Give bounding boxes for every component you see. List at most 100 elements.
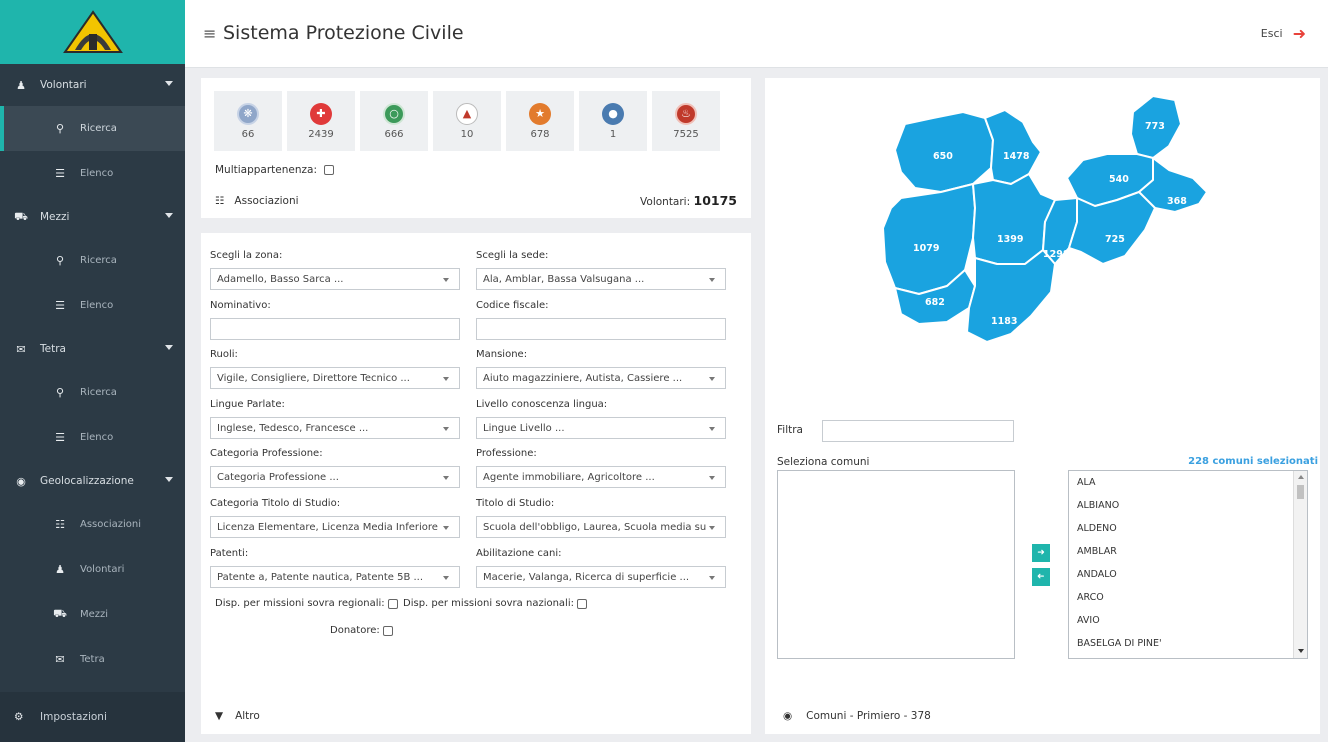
nominativo-input[interactable] bbox=[210, 318, 460, 340]
arrow-right-icon: ➜ bbox=[1037, 548, 1045, 558]
titolo-studio-select[interactable]: Scuola dell'obbligo, Laurea, Scuola medi… bbox=[476, 516, 726, 538]
exit-button[interactable]: Esci ➜ bbox=[1261, 24, 1306, 43]
multiappartenenza-checkbox[interactable] bbox=[324, 165, 335, 175]
association-tile[interactable]: ▲ 10 bbox=[433, 91, 501, 151]
donatore-checkbox[interactable] bbox=[382, 625, 393, 636]
altro-footer[interactable]: ▼ Altro bbox=[215, 710, 260, 722]
nav-item-geo-associazioni[interactable]: ☷ Associazioni bbox=[0, 502, 185, 547]
lingue-field: Lingue Parlate: Inglese, Tedesco, France… bbox=[210, 399, 460, 439]
nav-item-geo-volontari[interactable]: ♟ Volontari bbox=[0, 547, 185, 592]
list-item[interactable]: ALBIANO bbox=[1069, 494, 1307, 517]
selected-comuni-list[interactable]: ALA ALBIANO ALDENO AMBLAR ANDALO ARCO AV… bbox=[1068, 470, 1308, 659]
scroll-down-icon[interactable] bbox=[1298, 649, 1304, 653]
nav-item-label: Elenco bbox=[80, 300, 114, 311]
caret-down-icon bbox=[165, 81, 173, 86]
nav-item-label: Tetra bbox=[80, 654, 105, 665]
select-value: Aiuto magazziniere, Autista, Cassiere ..… bbox=[483, 372, 683, 384]
nav-item-volontari-elenco[interactable]: ☰ Elenco bbox=[0, 151, 185, 196]
nav-section-tetra[interactable]: ✉ Tetra bbox=[0, 328, 185, 370]
list-item[interactable]: BASELGA DI PINE' bbox=[1069, 632, 1307, 655]
nav-item-mezzi-ricerca[interactable]: ⚲ Ricerca bbox=[0, 238, 185, 283]
region-count-label: 1183 bbox=[991, 316, 1017, 327]
mansione-select[interactable]: Aiuto magazziniere, Autista, Cassiere ..… bbox=[476, 367, 726, 389]
region-count-label: 773 bbox=[1145, 121, 1165, 132]
dropdown-arrow-icon bbox=[443, 377, 449, 381]
nav-section-volontari[interactable]: ♟ Volontari bbox=[0, 64, 185, 106]
nav-item-tetra-ricerca[interactable]: ⚲ Ricerca bbox=[0, 370, 185, 415]
region-count-label: 725 bbox=[1105, 234, 1125, 245]
list-scrollbar[interactable] bbox=[1293, 471, 1307, 658]
volunteers-total: Volontari: 10175 bbox=[640, 193, 737, 208]
nav-item-label: Ricerca bbox=[80, 255, 117, 266]
zona-select[interactable]: Adamello, Basso Sarca ... bbox=[210, 268, 460, 290]
categoria-titolo-studio-select[interactable]: Licenza Elementare, Licenza Media Inferi… bbox=[210, 516, 460, 538]
nav-section-mezzi[interactable]: ⛟ Mezzi bbox=[0, 196, 185, 238]
scroll-up-icon[interactable] bbox=[1298, 475, 1304, 479]
available-comuni-list[interactable] bbox=[777, 470, 1015, 659]
sede-select[interactable]: Ala, Amblar, Bassa Valsugana ... bbox=[476, 268, 726, 290]
list-item[interactable]: AVIO bbox=[1069, 609, 1307, 632]
caret-down-icon bbox=[165, 477, 173, 482]
nav-item-geo-mezzi[interactable]: ⛟ Mezzi bbox=[0, 592, 185, 637]
hamburger-menu-icon[interactable]: ≡ bbox=[203, 24, 216, 43]
lingue-select[interactable]: Inglese, Tedesco, Francesce ... bbox=[210, 417, 460, 439]
association-tile[interactable]: ♨ 7525 bbox=[652, 91, 720, 151]
nav-section-label: Geolocalizzazione bbox=[40, 475, 134, 487]
exit-label: Esci bbox=[1260, 27, 1283, 40]
user-icon: ♟ bbox=[16, 78, 26, 92]
abilitazione-cani-select[interactable]: Macerie, Valanga, Ricerca di superficie … bbox=[476, 566, 726, 588]
codice-fiscale-input[interactable] bbox=[476, 318, 726, 340]
livello-lingua-select[interactable]: Lingue Livello ... bbox=[476, 417, 726, 439]
field-label: Abilitazione cani: bbox=[476, 548, 562, 559]
nav-item-label: Ricerca bbox=[80, 123, 117, 134]
association-tile[interactable]: ✚ 2439 bbox=[287, 91, 355, 151]
association-tile[interactable]: ★ 678 bbox=[506, 91, 574, 151]
region-count-label: 1298 bbox=[1043, 249, 1070, 260]
list-item[interactable]: ARCO bbox=[1069, 586, 1307, 609]
region-count-label: 1079 bbox=[913, 243, 939, 254]
association-emblem-icon: ● bbox=[602, 102, 624, 125]
dropdown-arrow-icon bbox=[709, 576, 715, 580]
disp-nazionali-checkbox[interactable] bbox=[576, 598, 587, 609]
nav-item-label: Ricerca bbox=[80, 387, 117, 398]
list-item[interactable]: AMBLAR bbox=[1069, 540, 1307, 563]
categoria-professione-select[interactable]: Categoria Professione ... bbox=[210, 466, 460, 488]
field-label: Titolo di Studio: bbox=[476, 498, 555, 509]
car-icon: ⛟ bbox=[53, 607, 67, 620]
logo[interactable] bbox=[0, 0, 185, 64]
nav-item-volontari-ricerca[interactable]: ⚲ Ricerca bbox=[0, 106, 185, 151]
filter-label: Filtra bbox=[777, 424, 803, 436]
nav-section-geolocalizzazione[interactable]: ◉ Geolocalizzazione bbox=[0, 460, 185, 502]
select-value: Lingue Livello ... bbox=[483, 422, 565, 434]
search-icon: ⚲ bbox=[55, 122, 65, 135]
association-tiles: ❋ 66 ✚ 2439 ○ 666 ▲ 10 ★ 678 ● 1 ♨ 7525 bbox=[214, 91, 725, 151]
association-tile[interactable]: ● 1 bbox=[579, 91, 647, 151]
list-item[interactable]: ALDENO bbox=[1069, 517, 1307, 540]
trentino-map[interactable]: 650 1478 773 540 368 1079 1399 1298 725 … bbox=[855, 88, 1235, 388]
selected-comuni-count: 228 comuni selezionati bbox=[1188, 456, 1318, 467]
map-marker-icon: ◉ bbox=[783, 710, 793, 722]
disp-regionali-checkbox[interactable] bbox=[387, 598, 398, 609]
nav-item-mezzi-elenco[interactable]: ☰ Elenco bbox=[0, 283, 185, 328]
association-tile[interactable]: ❋ 66 bbox=[214, 91, 282, 151]
association-tile[interactable]: ○ 666 bbox=[360, 91, 428, 151]
list-item[interactable]: ANDALO bbox=[1069, 563, 1307, 586]
scroll-thumb[interactable] bbox=[1297, 485, 1304, 499]
dropdown-arrow-icon bbox=[443, 278, 449, 282]
select-value: Ala, Amblar, Bassa Valsugana ... bbox=[483, 273, 645, 285]
gears-icon: ⚙ bbox=[14, 711, 24, 723]
list-item[interactable]: ALA bbox=[1069, 471, 1307, 494]
move-right-button[interactable]: ➜ bbox=[1032, 544, 1050, 562]
association-count: 666 bbox=[384, 128, 404, 140]
nav-item-geo-tetra[interactable]: ✉ Tetra bbox=[0, 637, 185, 682]
move-left-button[interactable]: ➜ bbox=[1032, 568, 1050, 586]
nav-section-impostazioni[interactable]: ⚙ Impostazioni bbox=[0, 692, 185, 742]
select-value: Adamello, Basso Sarca ... bbox=[217, 273, 344, 285]
nav-item-tetra-elenco[interactable]: ☰ Elenco bbox=[0, 415, 185, 460]
filter-input[interactable] bbox=[822, 420, 1014, 442]
patenti-select[interactable]: Patente a, Patente nautica, Patente 5B .… bbox=[210, 566, 460, 588]
ruoli-select[interactable]: Vigile, Consigliere, Direttore Tecnico .… bbox=[210, 367, 460, 389]
categoria-professione-field: Categoria Professione: Categoria Profess… bbox=[210, 448, 460, 488]
professione-select[interactable]: Agente immobiliare, Agricoltore ... bbox=[476, 466, 726, 488]
dropdown-arrow-icon bbox=[443, 526, 449, 530]
